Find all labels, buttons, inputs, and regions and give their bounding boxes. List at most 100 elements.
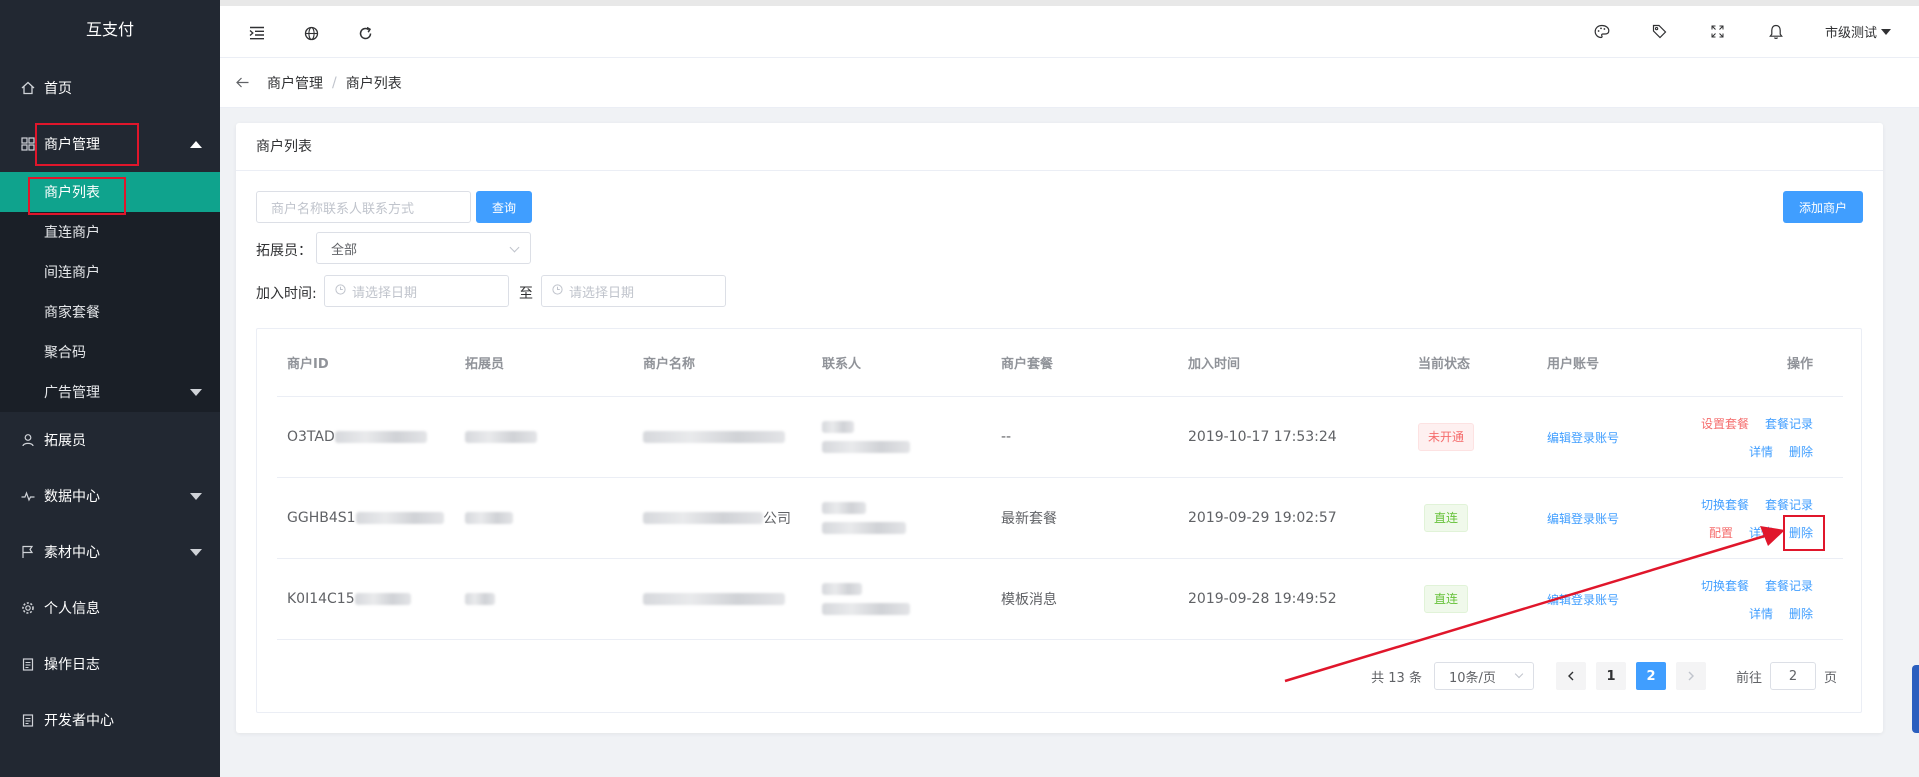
submenu-item-merchant-package[interactable]: 商家套餐 [0,292,220,332]
status-badge: 直连 [1424,585,1469,613]
submenu-item-aggregate-code[interactable]: 聚合码 [0,332,220,372]
clipboard-icon [20,656,36,672]
page-button-1[interactable]: 1 [1595,662,1626,690]
blurred-text [822,583,862,595]
column-header: 商户ID [287,357,329,372]
details-link[interactable]: 详情 [1749,524,1773,541]
goto-page-input[interactable]: 2 [1769,662,1816,690]
delete-link[interactable]: 删除 [1789,605,1813,622]
status-cell: 直连 [1424,478,1469,558]
breadcrumb-item-merchant-management[interactable]: 商户管理 [267,73,323,93]
edit-login-account-link[interactable]: 编辑登录账号 [1547,510,1619,527]
submenu-item-indirect-merchant[interactable]: 间连商户 [0,252,220,292]
user-name: 市级测试 [1824,26,1877,41]
caret-down-icon [190,549,202,556]
status-cell: 直连 [1424,559,1469,639]
menu-item-home[interactable]: 首页 [0,60,220,116]
menu-item-promoter[interactable]: 拓展员 [0,412,220,468]
menu-item-data-center[interactable]: 数据中心 [0,468,220,524]
edit-login-account-link[interactable]: 编辑登录账号 [1547,591,1619,608]
blurred-text [465,593,495,605]
clock-icon [335,284,346,298]
page-button-2[interactable]: 2 [1635,662,1666,690]
goto-suffix: 页 [1823,670,1837,686]
refresh-icon[interactable] [356,24,374,42]
prev-page-button[interactable] [1555,662,1586,690]
merchant-id: O3TAD [287,429,335,445]
column-header: 操作 [1786,357,1813,372]
contact-cell [822,478,906,558]
menu-item-merchant-management[interactable]: 商户管理 [0,116,220,172]
submenu-item-merchant-list[interactable]: 商户列表 [0,172,220,212]
account-cell: 编辑登录账号 [1547,397,1619,477]
blurred-text [822,522,906,534]
table-row: K0I14C15 模板消息 2019-09-28 19:49:52 直连 编辑登… [277,559,1843,640]
blurred-text [822,421,854,433]
package-cell: -- [1001,429,1012,445]
breadcrumb-bar: 商户管理 / 商户列表 [220,58,1919,108]
set-package-link[interactable]: 设置套餐 [1701,415,1749,432]
column-header: 加入时间 [1188,357,1241,372]
page-size-select[interactable]: 10条/页 [1433,662,1534,690]
switch-package-link[interactable]: 切换套餐 [1701,496,1749,513]
fullscreen-icon[interactable] [1709,23,1727,41]
chevron-down-icon [509,242,520,253]
package-cell: 最新套餐 [1001,511,1057,527]
menu-item-developer-center[interactable]: 开发者中心 [0,692,220,748]
status-badge: 直连 [1424,504,1469,532]
details-link[interactable]: 详情 [1749,605,1773,622]
start-date-picker[interactable]: 请选择日期 [324,275,509,307]
blurred-text [822,603,910,615]
bell-icon[interactable] [1767,23,1785,41]
menu-item-operation-log[interactable]: 操作日志 [0,636,220,692]
end-date-picker[interactable]: 请选择日期 [541,275,726,307]
contact-cell [822,397,910,477]
next-page-button[interactable] [1675,662,1706,690]
user-dropdown[interactable]: 市级测试 [1825,22,1891,41]
details-link[interactable]: 详情 [1749,443,1773,460]
merchant-id: K0I14C15 [287,591,355,607]
menu-item-personal-info[interactable]: 个人信息 [0,580,220,636]
promoter-select[interactable]: 全部 [316,232,531,264]
package-record-link[interactable]: 套餐记录 [1765,415,1813,432]
breadcrumb-item-merchant-list: 商户列表 [345,75,402,92]
tag-icon[interactable] [1651,23,1669,41]
delete-link[interactable]: 删除 [1789,524,1813,541]
package-cell: 模板消息 [1001,592,1057,608]
back-arrow-icon[interactable] [236,74,249,92]
menu-item-label: 拓展员 [44,433,86,449]
caret-up-icon [190,141,202,148]
search-button[interactable]: 查询 [476,191,532,223]
promoter-label: 拓展员： [256,243,312,259]
submenu-item-ad-management[interactable]: 广告管理 [0,372,220,412]
breadcrumb-separator: / [332,74,337,91]
blurred-text [355,512,444,524]
merchant-name-cell: 公司 [643,478,791,558]
menu-item-label: 开发者中心 [44,713,114,729]
menu-item-material-center[interactable]: 素材中心 [0,524,220,580]
top-header: 市级测试 [220,0,1919,58]
sidebar: 互支付 首页 商户管理 商户列表 直连商户 间连商户 商家套餐 聚合码 广告管理… [0,0,220,777]
clock-icon [552,284,563,298]
switch-package-link[interactable]: 切换套餐 [1701,577,1749,594]
submenu-item-direct-merchant[interactable]: 直连商户 [0,212,220,252]
delete-link[interactable]: 删除 [1789,443,1813,460]
submenu-merchant: 商户列表 直连商户 间连商户 商家套餐 聚合码 广告管理 [0,172,220,412]
column-header: 商户名称 [643,357,696,372]
edit-login-account-link[interactable]: 编辑登录账号 [1547,429,1619,446]
search-input[interactable]: 商户名称联系人联系方式 [256,191,471,223]
globe-icon[interactable] [302,24,320,42]
thermometer-widget-icon[interactable] [1912,665,1919,733]
operations-cell: 切换套餐 套餐记录 配置 详情 删除 [1643,478,1843,558]
pagination-total: 共 13 条 [1371,670,1422,686]
menu-fold-icon[interactable] [248,24,266,42]
package-record-link[interactable]: 套餐记录 [1765,577,1813,594]
add-merchant-button[interactable]: 添加商户 [1783,191,1863,223]
submenu-item-label: 商户列表 [44,185,100,201]
config-link[interactable]: 配置 [1709,524,1733,541]
blurred-text [822,502,866,514]
submenu-item-label: 聚合码 [44,345,86,361]
palette-icon[interactable] [1593,23,1611,41]
merchant-id-cell: GGHB4S1 [287,478,444,558]
package-record-link[interactable]: 套餐记录 [1765,496,1813,513]
